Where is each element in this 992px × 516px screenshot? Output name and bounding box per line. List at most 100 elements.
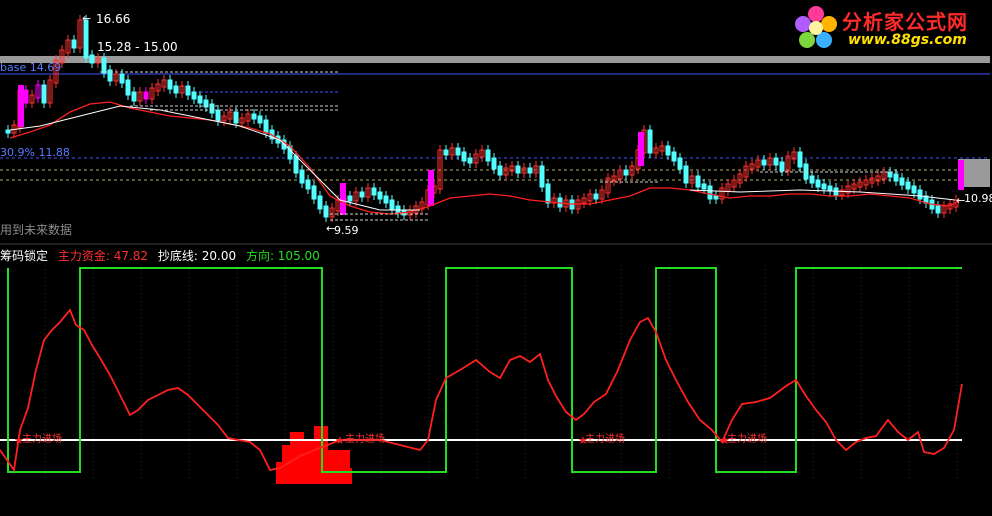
main-fund-bar [340,468,352,484]
candle-body [323,205,329,218]
site-logo[interactable]: 分析家公式网 www.88gs.com [792,2,988,54]
candle-body [815,179,821,188]
candle-body [167,79,173,90]
candle-body [119,73,125,84]
candle-body [647,129,653,154]
price-high-label: 16.66 [96,12,131,26]
top-gray-band [0,56,990,63]
candle-body [101,57,107,74]
future-data-disclaimer: 用到未来数据 [0,223,73,237]
candle-body [539,165,545,188]
candle-body [197,95,203,104]
candle-body [893,173,899,182]
candle-body [671,151,677,162]
candle-body [527,167,533,174]
candle-body [41,84,47,104]
candle-body [773,157,779,166]
logo-flower-icon [795,6,837,48]
candle-body [683,165,689,184]
candle-body [677,157,683,170]
candle-body [779,161,785,172]
candle-body [623,169,629,176]
candle-body [461,151,467,162]
candle-body [143,91,149,100]
candle-body [935,205,941,214]
candle-body [71,39,77,49]
price-range-label: 15.28 - 15.00 [97,40,178,54]
highlight-bar [340,183,346,215]
base-price-label: base 14.69 [0,61,62,74]
candle-body [233,111,239,124]
indicator-name: 筹码锁定 [0,249,49,263]
highlight-bar [638,132,644,166]
signal-label-1: 主力进场 [22,434,62,445]
direction-step-line [7,267,962,473]
candle-body [185,85,191,96]
candle-body [695,175,701,188]
highlight-bar [428,170,434,206]
candle-body [251,113,257,120]
candle-body [899,177,905,186]
candle-body [23,89,29,104]
main-fund-bar [304,440,314,484]
signal-star-icon: ★ [335,434,345,447]
lower-indicator-panel: ★ ★ ★ ★ [0,267,963,484]
candle-body [485,149,491,162]
candle-body [377,191,383,200]
candle-body [191,91,197,100]
candle-body [215,109,221,122]
candle-body [761,159,767,166]
signal-label-2: 主力进场 [345,434,385,445]
highlight-bar [18,85,24,127]
candle-body [359,191,365,198]
candle-body [389,199,395,210]
candle-body [131,91,137,102]
candle-body [821,183,827,190]
candle-body [797,151,803,168]
signal-label-4: 主力进场 [727,434,767,445]
candle-body [455,147,461,156]
candle-body [125,79,131,96]
candle-body [263,119,269,134]
candle-body [89,54,95,64]
last-price-label: 10.98 [964,192,992,205]
signal-label-3: 主力进场 [585,434,625,445]
candle-body [701,183,707,190]
candle-body [917,189,923,200]
candle-body [911,185,917,194]
candle-body [713,195,719,200]
candle-body [887,171,893,178]
candle-body [827,185,833,192]
candle-body [809,175,815,184]
candle-body [593,193,599,200]
candle-body [347,195,353,202]
candle-body [491,157,497,170]
candle-body [467,157,473,164]
candle-body [515,165,521,174]
candle-body [305,179,311,190]
candle-body [293,155,299,174]
highlight-bar [958,160,964,190]
candle-body [173,85,179,94]
high-marker: ← [82,12,91,25]
candle-body [383,195,389,204]
candle-body [665,145,671,156]
logo-title: 分析家公式网 [842,10,968,34]
direction-value: 方向: 105.00 [245,249,320,263]
price-low-label: 9.59 [334,224,359,237]
candle-body [497,165,503,176]
candle-body [257,115,263,124]
percent-price-label: 30.9% 11.88 [0,146,70,159]
main-fund-value: 主力资金: 47.82 [57,249,149,263]
candle-body [443,149,449,156]
candle-body [371,187,377,196]
logo-url: www.88gs.com [848,32,967,48]
indicator-legend: 筹码锁定 主力资金: 47.82 抄底线: 20.00 方向: 105.00 [0,249,326,263]
candle-body [707,185,713,200]
candle-body [299,169,305,184]
bottom-line-value: 抄底线: 20.00 [157,249,237,263]
candle-body [209,103,215,114]
candle-body [545,183,551,204]
candle-body [317,195,323,210]
candle-body [83,19,89,59]
